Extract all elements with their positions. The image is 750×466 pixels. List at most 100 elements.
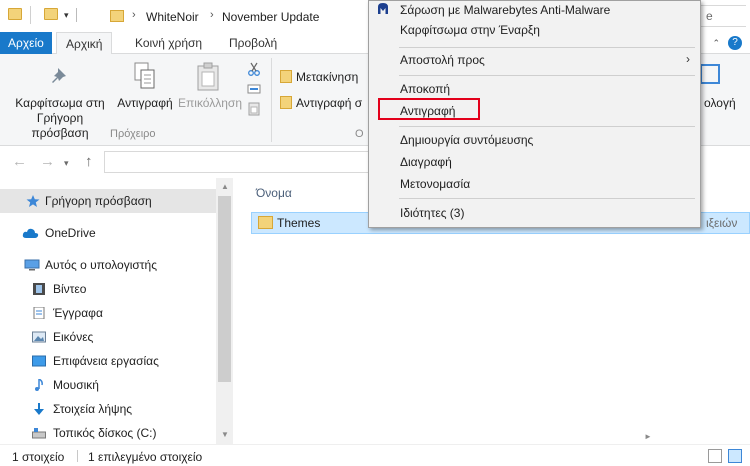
tab-share[interactable]: Κοινή χρήση (126, 32, 211, 54)
sidebar-item-music[interactable]: Μουσική (0, 373, 216, 397)
details-view-icon[interactable] (708, 449, 722, 463)
copy-highlight-box (378, 98, 480, 120)
sidebar-item-local-disk[interactable]: Τοπικός δίσκος (C:) (0, 421, 216, 445)
menu-item-create-shortcut[interactable]: Δημιουργία συντόμευσης (370, 129, 700, 151)
scrollbar-thumb[interactable] (218, 196, 231, 382)
recent-locations-chevron-icon[interactable]: ▾ (64, 158, 69, 169)
customize-quick-access-icon[interactable]: ▾ (64, 10, 69, 21)
column-header-name[interactable]: Όνομα (256, 186, 292, 200)
sidebar-item-label: Βίντεο (53, 282, 87, 296)
menu-item-cut[interactable]: Αποκοπή (370, 78, 700, 100)
back-arrow-icon[interactable]: ← (12, 153, 27, 170)
paste-shortcut-icon[interactable] (247, 102, 261, 116)
sidebar-item-videos[interactable]: Βίντεο (0, 277, 216, 301)
folder-icon (110, 10, 124, 22)
menu-item-send-to[interactable]: Αποστολή προς › (370, 49, 700, 71)
selected-count: 1 επιλεγμένο στοιχείο (88, 450, 203, 464)
sidebar-item-this-pc[interactable]: Αυτός ο υπολογιστής (0, 253, 216, 277)
up-arrow-icon[interactable]: ↑ (85, 153, 93, 170)
breadcrumb-item[interactable]: WhiteNoir (146, 10, 199, 24)
divider (77, 450, 78, 462)
address-bar[interactable] (104, 151, 374, 173)
scroll-down-icon[interactable]: ▼ (221, 430, 229, 439)
cut-icon[interactable] (247, 62, 261, 76)
tab-file[interactable]: Αρχείο (0, 32, 52, 54)
menu-item-label: Δημιουργία συντόμευσης (400, 133, 534, 147)
pin-icon (52, 68, 66, 83)
copy-to-icon (280, 96, 292, 109)
sidebar-item-label: OneDrive (45, 226, 96, 240)
menu-item-label: Μετονομασία (400, 177, 471, 191)
clipboard-group-label: Πρόχειρο (110, 128, 156, 140)
divider (76, 8, 77, 22)
document-icon (33, 307, 45, 319)
film-icon (33, 283, 45, 295)
menu-separator (399, 126, 695, 127)
sidebar-item-label: Μουσική (53, 378, 99, 392)
menu-item-label: Διαγραφή (400, 155, 452, 169)
chevron-up-icon[interactable]: ⌃ (712, 38, 720, 49)
submenu-arrow-icon: › (686, 52, 690, 66)
music-note-icon (35, 379, 43, 391)
pin-quick-access-button[interactable]: Καρφίτσωμα στη Γρήγορη πρόσβαση (8, 96, 112, 141)
menu-item-label: Καρφίτσωμα στην Έναρξη (400, 23, 540, 37)
folder-icon (8, 8, 22, 20)
sidebar-item-label: Επιφάνεια εργασίας (53, 354, 159, 368)
sidebar-item-label: Γρήγορη πρόσβαση (45, 194, 152, 208)
pin-label-line1: Καρφίτσωμα στη (15, 96, 105, 110)
item-count: 1 στοιχείο (12, 450, 65, 464)
sidebar-item-quick-access[interactable]: Γρήγορη πρόσβαση (0, 189, 216, 213)
menu-item-properties[interactable]: Ιδιότητες (3) (370, 202, 700, 224)
paste-icon (197, 62, 219, 91)
breadcrumb-chevron-icon[interactable]: › (210, 9, 214, 21)
copy-path-icon[interactable] (247, 82, 261, 96)
sidebar-item-label: Εικόνες (53, 330, 94, 344)
hard-drive-icon (32, 428, 46, 439)
menu-item-label: Αποστολή προς (400, 53, 485, 67)
scroll-right-icon[interactable]: ► (644, 432, 652, 441)
sidebar-item-desktop[interactable]: Επιφάνεια εργασίας (0, 349, 216, 373)
select-label[interactable]: ολογή (704, 96, 736, 111)
tab-home[interactable]: Αρχική (56, 32, 113, 55)
menu-item-pin-to-start[interactable]: Καρφίτσωμα στην Έναρξη (370, 19, 700, 41)
desktop-icon (32, 355, 46, 367)
file-type: ιξειών (706, 216, 738, 230)
forward-arrow-icon[interactable]: → (40, 153, 55, 170)
picture-icon (32, 331, 46, 343)
sidebar-item-downloads[interactable]: Στοιχεία λήψης (0, 397, 216, 421)
divider (30, 6, 31, 24)
menu-item-rename[interactable]: Μετονομασία (370, 173, 700, 195)
computer-icon (24, 259, 40, 271)
sidebar-item-onedrive[interactable]: OneDrive (0, 221, 216, 245)
breadcrumb-item[interactable]: November Update (222, 10, 319, 24)
help-icon[interactable]: ? (728, 36, 742, 50)
sidebar-item-documents[interactable]: Έγγραφα (0, 301, 216, 325)
quick-access-folder-icon[interactable] (44, 8, 58, 20)
file-name: Themes (277, 216, 321, 230)
organize-group-label: Ο (355, 128, 364, 140)
breadcrumb-chevron-icon[interactable]: › (132, 9, 136, 21)
sidebar-item-pictures[interactable]: Εικόνες (0, 325, 216, 349)
menu-item-label: Σάρωση με Malwarebytes Anti-Malware (400, 3, 611, 17)
paste-button[interactable]: Επικόλληση (178, 96, 242, 111)
copy-to-button[interactable]: Αντιγραφή σ (296, 96, 362, 111)
menu-separator (399, 47, 695, 48)
copy-button[interactable]: Αντιγραφή (114, 96, 176, 111)
large-icons-view-icon[interactable] (728, 449, 742, 463)
search-placeholder: e (706, 9, 713, 23)
star-icon (26, 195, 40, 207)
tab-view[interactable]: Προβολή (220, 32, 286, 54)
folder-icon (258, 216, 273, 229)
scroll-up-icon[interactable]: ▲ (221, 182, 229, 191)
sidebar-item-label: Τοπικός δίσκος (C:) (53, 426, 157, 440)
move-to-icon (280, 70, 292, 83)
cloud-icon (22, 228, 39, 238)
navigation-pane: Γρήγορη πρόσβαση OneDrive Αυτός ο υπολογ… (0, 178, 216, 444)
divider (271, 58, 272, 142)
menu-item-delete[interactable]: Διαγραφή (370, 151, 700, 173)
copy-icon (134, 62, 155, 89)
sidebar-item-label: Στοιχεία λήψης (53, 402, 133, 416)
layout-icon[interactable] (700, 64, 720, 84)
move-to-button[interactable]: Μετακίνηση (296, 70, 358, 85)
download-arrow-icon (34, 403, 44, 415)
